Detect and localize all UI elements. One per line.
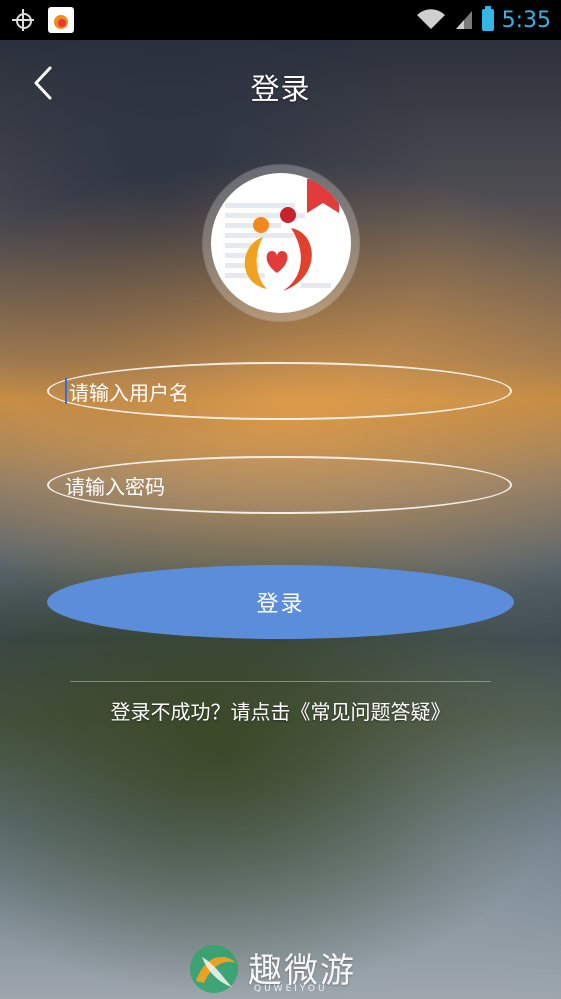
header-bar: 登录 xyxy=(0,40,561,128)
password-input[interactable]: 请输入密码 xyxy=(47,456,512,514)
divider xyxy=(70,681,491,682)
status-time: 5:35 xyxy=(501,7,551,33)
status-bar: 5:35 xyxy=(0,0,561,40)
password-placeholder: 请输入密码 xyxy=(65,474,165,499)
app-logo xyxy=(203,165,359,321)
heart-logo-icon xyxy=(211,173,351,313)
brand-subtitle: QUWEIYOU xyxy=(254,984,328,994)
battery-icon xyxy=(481,6,494,31)
page-title: 登录 xyxy=(250,72,311,106)
username-placeholder: 请输入用户名 xyxy=(69,380,189,405)
text-caret xyxy=(65,378,67,404)
wifi-icon xyxy=(416,9,445,29)
faq-link[interactable]: 登录不成功？请点击《常见问题答疑》 xyxy=(0,696,561,725)
app-notification-icon xyxy=(48,7,74,33)
gps-icon xyxy=(12,9,34,31)
signal-icon xyxy=(455,11,472,29)
username-input[interactable]: 请输入用户名 xyxy=(47,362,512,420)
brand-watermark: 趣微游 QUWEIYOU xyxy=(186,939,386,999)
login-button[interactable]: 登录 xyxy=(47,565,514,639)
brand-logo-icon xyxy=(190,945,238,993)
